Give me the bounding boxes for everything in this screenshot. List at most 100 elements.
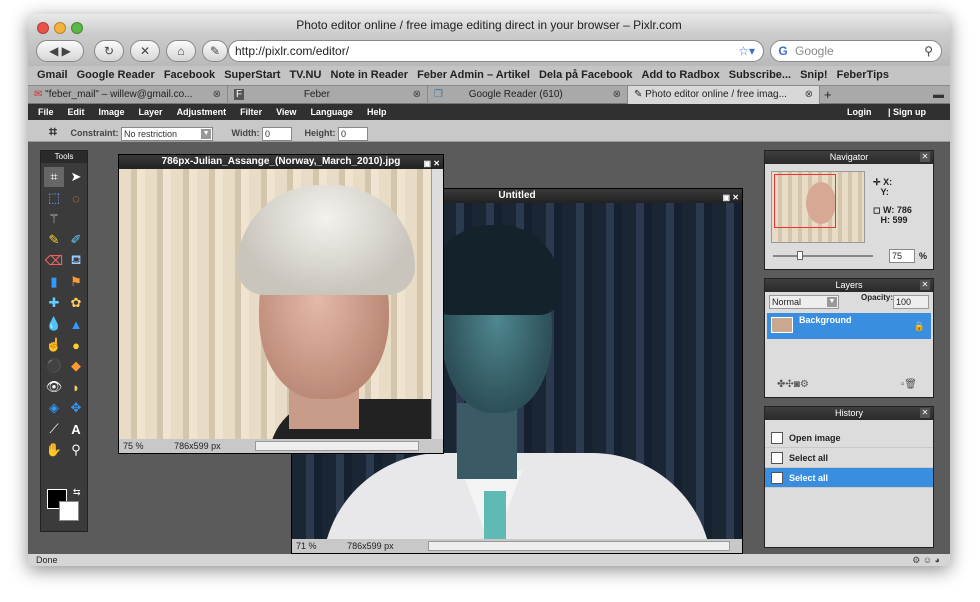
stamp-tool-icon[interactable]: ⚑ bbox=[66, 272, 86, 292]
vertical-scrollbar[interactable] bbox=[431, 169, 443, 439]
patch-tool-icon[interactable]: ✿ bbox=[66, 293, 86, 313]
menu-adjustment[interactable]: Adjustment bbox=[177, 107, 227, 117]
redeye-tool-icon[interactable]: 👁 bbox=[44, 377, 64, 397]
wand-tool-icon[interactable]: ⚚ bbox=[44, 209, 64, 229]
tab-list-icon[interactable]: ▬ bbox=[933, 86, 944, 104]
bookmark-link[interactable]: Add to Radbox bbox=[642, 69, 720, 81]
bookmark-star-icon[interactable]: ☆▾ bbox=[738, 41, 755, 61]
opacity-field[interactable]: 100 bbox=[893, 295, 929, 309]
bookmark-link[interactable]: FeberTips bbox=[837, 69, 889, 81]
bucket-tool-icon[interactable]: ⛾ bbox=[66, 251, 86, 271]
close-tab-icon[interactable]: ⊗ bbox=[213, 86, 221, 104]
burn-tool-icon[interactable]: ◆ bbox=[66, 356, 86, 376]
swap-colors-icon[interactable]: ⇆ bbox=[73, 487, 81, 498]
bookmark-link[interactable]: Subscribe... bbox=[729, 69, 791, 81]
history-item[interactable]: Select all bbox=[765, 448, 933, 468]
heal-tool-icon[interactable]: ✚ bbox=[44, 293, 64, 313]
zoom-tool-icon[interactable]: ⚲ bbox=[66, 440, 86, 460]
text-tool-icon[interactable]: A bbox=[66, 419, 86, 439]
layer-settings-icon[interactable]: ⚙ bbox=[800, 379, 809, 390]
history-item[interactable]: Select all bbox=[765, 468, 933, 488]
login-link[interactable]: Login bbox=[847, 107, 872, 117]
eyedropper-tool-icon[interactable]: ⟋ bbox=[44, 419, 64, 439]
image-window-original[interactable]: 786px-Julian_Assange_(Norway,_March_2010… bbox=[118, 154, 444, 454]
close-tab-icon[interactable]: ⊗ bbox=[413, 86, 421, 104]
bookmark-link[interactable]: Gmail bbox=[37, 69, 68, 81]
close-panel-icon[interactable]: ✕ bbox=[920, 152, 930, 162]
back-forward-button[interactable]: ◀ ▶ bbox=[36, 40, 84, 62]
tab-pixlr[interactable]: ✎ Photo editor online / free imag... ⊗ bbox=[628, 86, 820, 104]
crop-tool-icon[interactable]: ⌗ bbox=[44, 167, 64, 187]
search-engine-icon[interactable]: G bbox=[771, 41, 795, 61]
brush-tool-icon[interactable]: ✐ bbox=[66, 230, 86, 250]
dodge-tool-icon[interactable]: ⚫ bbox=[44, 356, 64, 376]
layer-row[interactable]: Background 🔒 bbox=[767, 313, 931, 339]
horizontal-scrollbar[interactable] bbox=[428, 541, 730, 551]
secondary-color-swatch[interactable] bbox=[59, 501, 79, 521]
zoom-slider[interactable] bbox=[773, 251, 873, 260]
navigator-thumbnail[interactable] bbox=[771, 171, 865, 243]
lasso-tool-icon[interactable]: ◌ bbox=[66, 188, 86, 208]
gradient-tool-icon[interactable]: ▮ bbox=[44, 272, 64, 292]
zoom-window-button[interactable] bbox=[71, 22, 83, 34]
blur-tool-icon[interactable]: 💧 bbox=[44, 314, 64, 334]
close-tab-icon[interactable]: ⊗ bbox=[805, 86, 813, 104]
eraser-tool-icon[interactable]: ⌫ bbox=[44, 251, 64, 271]
zoom-value[interactable]: 75 bbox=[119, 441, 133, 451]
bookmark-link[interactable]: Snip! bbox=[800, 69, 828, 81]
smudge-tool-icon[interactable]: ☝ bbox=[44, 335, 64, 355]
menu-image[interactable]: Image bbox=[99, 107, 125, 117]
reload-button[interactable]: ↻ bbox=[94, 40, 124, 62]
move-tool-icon[interactable]: ➤ bbox=[66, 167, 86, 187]
navigator-zoom-field[interactable]: 75 bbox=[889, 249, 915, 263]
stop-button[interactable]: ✕ bbox=[130, 40, 160, 62]
zoom-value[interactable]: 71 bbox=[292, 541, 306, 551]
marquee-tool-icon[interactable]: ⬚ bbox=[44, 188, 64, 208]
sponge-tool-icon[interactable]: ● bbox=[66, 335, 86, 355]
pinch-tool-icon[interactable]: ✥ bbox=[66, 398, 86, 418]
delete-layer-icon[interactable]: 🗑 bbox=[904, 379, 917, 390]
bloat-tool-icon[interactable]: ◈ bbox=[44, 398, 64, 418]
tab-feber[interactable]: F Feber ⊗ bbox=[228, 86, 428, 104]
height-field[interactable]: 0 bbox=[338, 126, 368, 141]
horizontal-scrollbar[interactable] bbox=[255, 441, 419, 451]
menu-language[interactable]: Language bbox=[310, 107, 353, 117]
search-icon[interactable]: ⚲ bbox=[924, 41, 933, 61]
spot-tool-icon[interactable]: ◗ bbox=[66, 377, 86, 397]
menu-filter[interactable]: Filter bbox=[240, 107, 262, 117]
constraint-select[interactable]: No restriction ▼ bbox=[121, 126, 214, 141]
bookmark-link[interactable]: TV.NU bbox=[289, 69, 321, 81]
search-input[interactable]: G Google ⚲ bbox=[770, 40, 942, 62]
tab-google-reader[interactable]: ❐ Google Reader (610) ⊗ bbox=[428, 86, 628, 104]
layer-style-icon[interactable]: ✣ bbox=[785, 379, 793, 390]
bookmark-link[interactable]: Note in Reader bbox=[330, 69, 408, 81]
viewport-rectangle[interactable] bbox=[774, 174, 836, 228]
close-panel-icon[interactable]: ✕ bbox=[920, 280, 930, 290]
menu-edit[interactable]: Edit bbox=[68, 107, 85, 117]
close-tab-icon[interactable]: ⊗ bbox=[613, 86, 621, 104]
width-field[interactable]: 0 bbox=[261, 126, 292, 141]
sharpen-tool-icon[interactable]: ▲ bbox=[66, 314, 86, 334]
close-panel-icon[interactable]: ✕ bbox=[920, 408, 930, 418]
bookmark-link[interactable]: Dela på Facebook bbox=[539, 69, 633, 81]
slider-handle[interactable] bbox=[797, 251, 803, 260]
menu-view[interactable]: View bbox=[276, 107, 296, 117]
bookmark-link[interactable]: Facebook bbox=[164, 69, 215, 81]
signup-link[interactable]: Sign up bbox=[893, 107, 926, 117]
address-bar[interactable]: http://pixlr.com/editor/ ☆▾ bbox=[228, 40, 764, 62]
home-button[interactable]: ⌂ bbox=[166, 40, 196, 62]
bookmark-link[interactable]: Feber Admin – Artikel bbox=[417, 69, 530, 81]
menu-help[interactable]: Help bbox=[367, 107, 387, 117]
pencil-tool-icon[interactable]: ✎ bbox=[44, 230, 64, 250]
bookmark-link[interactable]: Google Reader bbox=[77, 69, 155, 81]
history-item[interactable]: Open image bbox=[765, 428, 933, 448]
hand-tool-icon[interactable]: ✋ bbox=[44, 440, 64, 460]
bookmark-link[interactable]: SuperStart bbox=[224, 69, 280, 81]
menu-layer[interactable]: Layer bbox=[139, 107, 163, 117]
blend-mode-select[interactable]: Normal ▼ bbox=[769, 295, 839, 309]
new-tab-button[interactable]: + bbox=[824, 86, 832, 103]
menu-file[interactable]: File bbox=[38, 107, 54, 117]
tab-gmail[interactable]: ✉ "feber_mail" – willew@gmail.co... ⊗ bbox=[28, 86, 228, 104]
close-window-button[interactable] bbox=[37, 22, 49, 34]
minimize-window-button[interactable] bbox=[54, 22, 66, 34]
